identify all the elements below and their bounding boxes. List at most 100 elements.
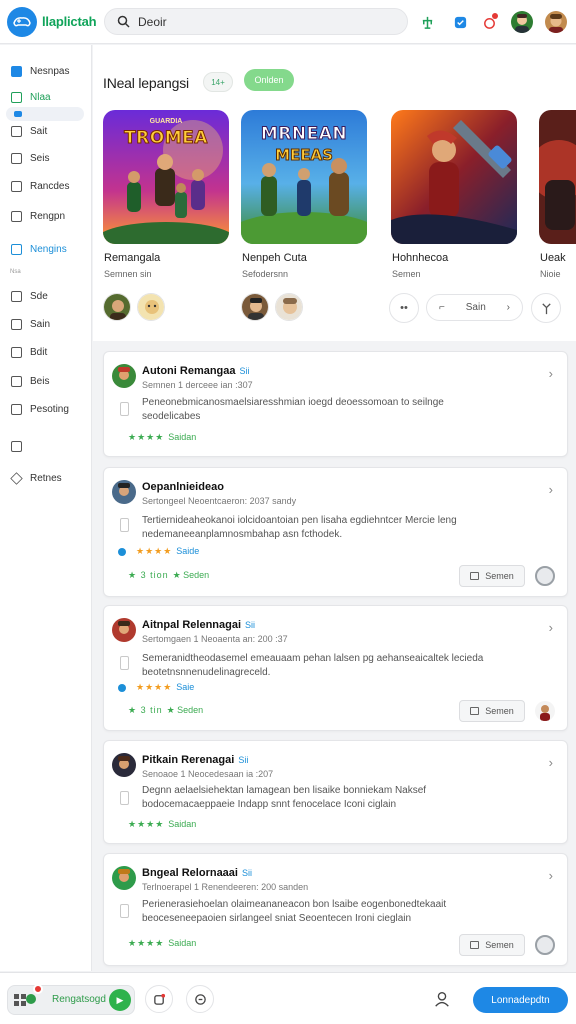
review-author: Aitnpal Relennagai [142, 619, 242, 631]
game-thumbnail[interactable]: TROMEA GUARDIA [103, 110, 229, 244]
review-card[interactable]: Autoni Remangaa Sii Semnen 1 derceee ian … [103, 351, 568, 457]
avatar[interactable] [112, 480, 136, 504]
share-icon[interactable] [531, 293, 561, 323]
online-chip[interactable]: Onlden [244, 69, 294, 91]
avatar[interactable] [112, 753, 136, 777]
chevron-right-icon[interactable]: › [549, 482, 553, 497]
profile-avatar[interactable] [545, 11, 567, 33]
sidebar-item-pesoting[interactable]: Pesoting [6, 399, 86, 419]
user-icon[interactable] [433, 990, 453, 1010]
review-meta: Sertongeel Neoentcaeron: 2037 sandy [142, 496, 297, 506]
sidebar-item-image[interactable] [6, 436, 86, 456]
review-body: Semeranidtheodasemel emeauaam pehan lals… [142, 653, 484, 678]
sidebar-item-label: Nesnpas [30, 65, 70, 77]
checkbox[interactable] [120, 791, 129, 805]
avatar[interactable] [511, 11, 533, 33]
sidebar-item-beis[interactable]: Beis [6, 371, 86, 391]
checkbox[interactable] [120, 402, 129, 416]
sidebar-item-label: Sait [30, 125, 48, 137]
engines-icon [11, 243, 22, 255]
sidebar-item-nlaa[interactable]: Nlaa [6, 87, 86, 107]
review-card[interactable]: Bngeal Relornaaai Sii Terlnoerapel 1 Rene… [103, 853, 568, 966]
sidebar-item-sain[interactable]: Sain [6, 314, 86, 334]
semen-button[interactable]: Semen [459, 565, 525, 587]
chat-icon[interactable] [186, 985, 214, 1013]
chevron-right-icon[interactable]: › [549, 366, 553, 381]
avatar[interactable] [112, 618, 136, 642]
avatar[interactable] [535, 701, 555, 721]
top-bar: llaplictah [0, 0, 576, 44]
age-chip[interactable]: 14+ [203, 72, 233, 92]
news-icon [11, 210, 22, 222]
game-name: Hohnhecoa [392, 252, 449, 264]
sain-button[interactable]: ⌐ Sain › [426, 294, 523, 321]
launcher-label: Rengatsogd [52, 994, 106, 1005]
chevron-right-icon[interactable]: › [549, 755, 553, 770]
primary-action-button[interactable]: Lonnadepdtn [473, 987, 568, 1013]
sidebar-item-label: Sde [30, 290, 48, 302]
games-icon [11, 91, 22, 103]
sidebar-item-rancdes[interactable]: Rancdes [6, 176, 86, 196]
review-card[interactable]: Aitnpal Relennagai Sii Sertomgaen 1 Neoae… [103, 605, 568, 731]
store-icon [11, 125, 22, 137]
avatar[interactable] [137, 293, 165, 321]
rating-label: Saidan [168, 938, 197, 948]
game-thumbnail[interactable] [539, 110, 576, 244]
rating-label: Saie [176, 682, 195, 692]
semen-button[interactable]: Semen [459, 700, 525, 722]
chevron-right-icon[interactable]: › [549, 620, 553, 635]
app-logo[interactable] [7, 7, 37, 37]
rating-label: ★ Seden [166, 705, 204, 715]
semen-button[interactable]: Semen [459, 934, 525, 956]
review-card[interactable]: Pitkain Rerenagai Sii Senoaoe 1 Neocedesa… [103, 740, 568, 844]
square-icon [470, 941, 480, 949]
review-card[interactable]: Oepanlnieideao Sertongeel Neoentcaeron: … [103, 467, 568, 597]
checkbox[interactable] [120, 656, 129, 670]
search-bar[interactable] [104, 8, 408, 35]
sidebar-item-sait[interactable]: Sait [6, 121, 86, 141]
avatar[interactable] [275, 293, 303, 321]
game-card[interactable]: Hohnhecoa Semen [391, 110, 517, 279]
checkbox[interactable] [120, 518, 129, 532]
sidebar-item-nesnpas[interactable]: Nesnpas [6, 61, 86, 81]
sidebar-item-nengins[interactable]: Nengins [6, 239, 86, 259]
search-input[interactable] [138, 14, 398, 29]
avatar[interactable] [103, 293, 131, 321]
review-author: Pitkain Rerenagai [142, 754, 235, 766]
sidebar-item-retnes[interactable]: Retnes [6, 468, 86, 488]
game-card[interactable]: Ueak Nioie [539, 110, 576, 279]
puzzle-icon[interactable] [145, 985, 173, 1013]
bottom-bar: Rengatsogd ▶ Lonnadepdtn [0, 972, 576, 1024]
avatar[interactable] [112, 866, 136, 890]
more-button[interactable]: •• [389, 293, 419, 323]
game-art-subtitle: GUARDIA [149, 118, 183, 125]
review-body: Peneonebmicanosmaelsiaresshmian ioegd de… [142, 397, 444, 422]
settings-icon[interactable] [535, 566, 555, 586]
home-icon [11, 65, 22, 77]
sidebar-item-bdit[interactable]: Bdit [6, 342, 86, 362]
chevron-right-icon[interactable]: › [549, 868, 553, 883]
game-card[interactable]: TROMEA GUARDIA Remangala Semnen sin [103, 110, 229, 279]
notification-icon[interactable] [479, 12, 499, 32]
game-card[interactable]: MRNEAN MEEAS Nenpeh Cuta Sefodersnn [241, 110, 367, 279]
sidebar-item-seis[interactable]: Seis [6, 148, 86, 168]
game-art-title: MRNEAN [260, 124, 348, 145]
info-icon [118, 683, 126, 692]
sidebar-item-sde[interactable]: Sde [6, 286, 86, 306]
avatar[interactable] [241, 293, 269, 321]
tree-icon[interactable] [417, 12, 437, 32]
shield-icon[interactable] [450, 12, 470, 32]
game-thumbnail[interactable] [391, 110, 517, 244]
app-name: llaplictah [42, 14, 97, 29]
play-icon[interactable]: ▶ [109, 989, 131, 1011]
game-thumbnail[interactable]: MRNEAN MEEAS [241, 110, 367, 244]
checkbox[interactable] [120, 904, 129, 918]
game-name: Remangala [104, 252, 161, 264]
launcher-button[interactable]: Rengatsogd ▶ [7, 984, 135, 1015]
controller-icon [13, 17, 31, 27]
sidebar-selected-pill[interactable] [6, 107, 84, 121]
settings-icon[interactable] [535, 935, 555, 955]
avatar[interactable] [112, 364, 136, 388]
search-icon [117, 15, 130, 28]
sidebar-item-rengpn[interactable]: Rengpn [6, 206, 86, 226]
